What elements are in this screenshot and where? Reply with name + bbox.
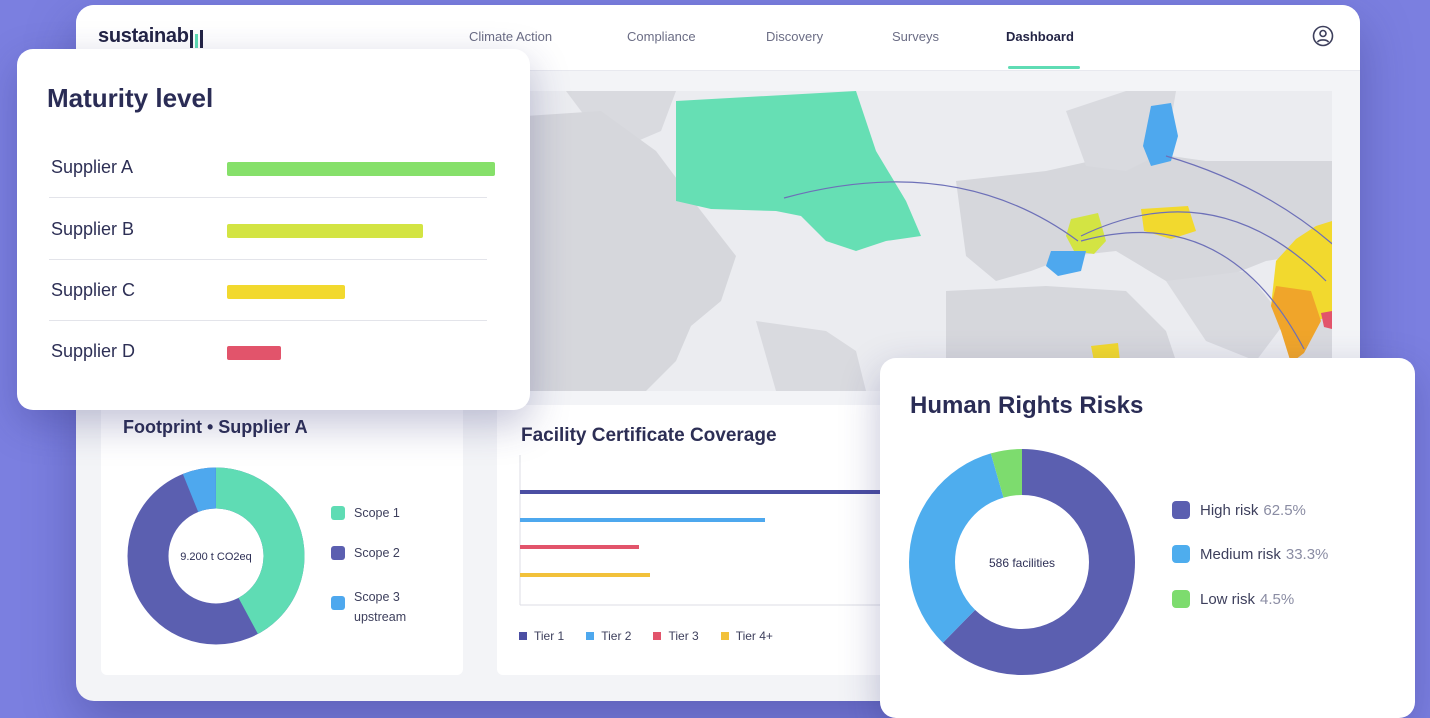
legend-tier1: Tier 1 xyxy=(519,629,564,643)
nav-compliance[interactable]: Compliance xyxy=(627,29,696,44)
legend-label: Scope 2 xyxy=(354,546,400,560)
supplier-label: Supplier B xyxy=(51,219,135,239)
legend-scope1: Scope 1 xyxy=(331,506,400,520)
facility-bar-chart[interactable] xyxy=(519,455,899,610)
legend-label: Medium risk xyxy=(1200,545,1281,563)
footprint-donut-chart[interactable]: 9.200 t CO2eq xyxy=(126,466,306,646)
nav-dashboard[interactable]: Dashboard xyxy=(1006,29,1074,44)
legend-pct: 62.5% xyxy=(1263,501,1306,519)
legend-pct: 4.5% xyxy=(1260,590,1295,608)
footprint-title: Footprint • Supplier A xyxy=(123,417,308,437)
legend-pct: 33.3% xyxy=(1285,545,1329,563)
supplier-label: Supplier D xyxy=(51,341,136,361)
human-rights-center-label: 586 facilities xyxy=(989,556,1055,570)
maturity-bar-supplier-c xyxy=(227,285,345,299)
legend-tier3: Tier 3 xyxy=(653,629,699,643)
supplier-label: Supplier C xyxy=(51,280,136,300)
maturity-title: Maturity level xyxy=(47,83,214,113)
maturity-bar-supplier-d xyxy=(227,346,281,360)
legend-tier4: Tier 4+ xyxy=(720,629,773,643)
nav-surveys[interactable]: Surveys xyxy=(892,29,939,44)
world-map-graphic xyxy=(526,91,1332,391)
scope3-swatch xyxy=(331,596,345,610)
facility-coverage-card: Facility Certificate Coverage Tier 1 Tie… xyxy=(497,405,899,675)
central-america-shape xyxy=(756,321,866,391)
supplier-row[interactable]: Supplier B xyxy=(49,199,487,260)
footprint-center-label: 9.200 t CO2eq xyxy=(180,551,252,563)
maturity-bar-supplier-a xyxy=(227,162,495,176)
maturity-card: Maturity level Supplier A Supplier B Sup… xyxy=(17,49,530,410)
human-rights-donut-chart[interactable]: 586 facilities xyxy=(904,444,1140,680)
legend-high-risk: High risk 62.5% xyxy=(1172,501,1306,519)
human-rights-card: Human Rights Risks 586 facilities High r… xyxy=(880,358,1415,718)
legend-label: Tier 4+ xyxy=(735,629,773,643)
tier-legend: Tier 1 Tier 2 Tier 3 Tier 4+ xyxy=(519,629,795,643)
active-tab-indicator xyxy=(1008,66,1080,69)
facility-bar-tier-2 xyxy=(520,518,765,522)
legend-medium-risk: Medium risk 33.3% xyxy=(1172,545,1328,563)
legend-label: Low risk xyxy=(1200,590,1256,608)
legend-label: Scope 3 upstream xyxy=(354,590,407,624)
legend-label: Scope 1 xyxy=(354,506,400,520)
scope1-swatch xyxy=(331,506,345,520)
supplier-row[interactable]: Supplier D xyxy=(49,321,487,382)
brand-logo[interactable]: sustainab xyxy=(98,25,205,48)
maturity-bar-supplier-b xyxy=(227,224,423,238)
legend-low-risk: Low risk 4.5% xyxy=(1172,590,1294,608)
high-risk-swatch xyxy=(1172,501,1190,519)
scope2-swatch xyxy=(331,546,345,560)
facility-bar-tier-3 xyxy=(520,545,639,549)
legend-label: Tier 2 xyxy=(601,629,632,643)
user-circle-icon[interactable] xyxy=(1312,25,1334,47)
footprint-card: Footprint • Supplier A 9.200 t CO2eq Sco… xyxy=(101,405,463,675)
legend-tier2: Tier 2 xyxy=(586,629,631,643)
facility-bar-tier-1 xyxy=(520,490,880,494)
world-map[interactable] xyxy=(526,91,1332,391)
legend-label: Tier 1 xyxy=(534,629,565,643)
medium-risk-swatch xyxy=(1172,545,1190,563)
legend-scope2: Scope 2 xyxy=(331,546,400,560)
nav-discovery[interactable]: Discovery xyxy=(766,29,823,44)
legend-label: High risk xyxy=(1200,501,1259,519)
supplier-label: Supplier A xyxy=(51,157,134,177)
low-risk-swatch xyxy=(1172,590,1190,608)
legend-label: Tier 3 xyxy=(668,629,699,643)
legend-scope3: Scope 3 upstream xyxy=(331,587,426,627)
spain-shape xyxy=(1046,251,1086,276)
facility-title: Facility Certificate Coverage xyxy=(521,425,777,446)
facility-bar-tier-4- xyxy=(520,573,650,577)
middle-east-shape xyxy=(1166,271,1286,361)
supplier-row[interactable]: Supplier A xyxy=(49,137,495,198)
supplier-row[interactable]: Supplier C xyxy=(49,260,487,321)
human-rights-title: Human Rights Risks xyxy=(910,392,1144,419)
nav-climate-action[interactable]: Climate Action xyxy=(469,29,552,44)
logo-bars-icon xyxy=(189,25,205,48)
brand-name: sustainab xyxy=(98,25,189,47)
